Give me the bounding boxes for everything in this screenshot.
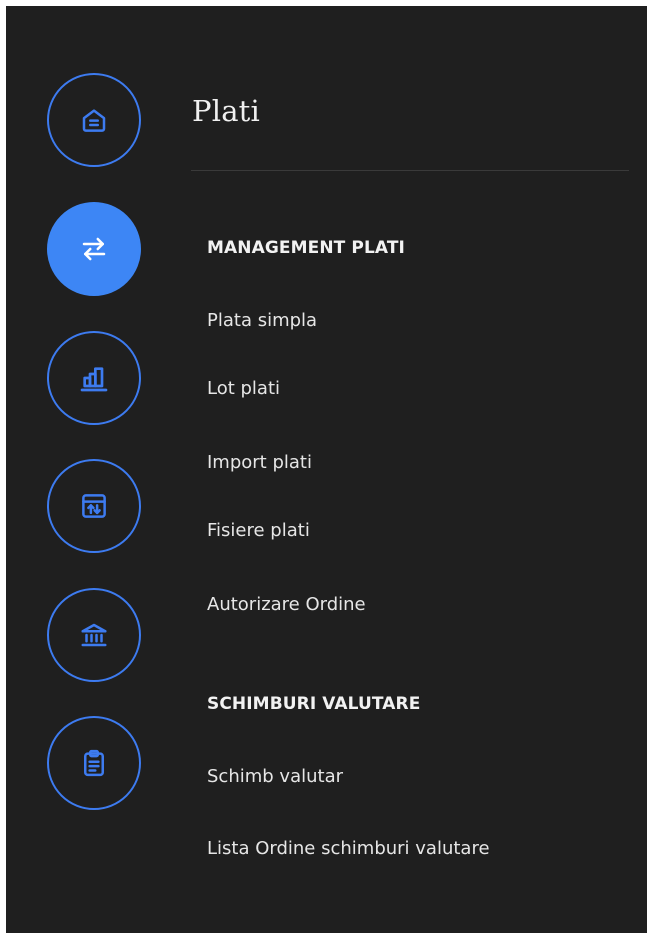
panel-title: Plati	[192, 94, 261, 128]
home-icon	[79, 105, 109, 135]
app-window: Plati MANAGEMENT PLATI Plata simpla Lot …	[6, 6, 647, 933]
section-heading-management: MANAGEMENT PLATI	[207, 238, 405, 258]
clipboard-icon	[79, 748, 109, 778]
menu-item-fisiere-plati[interactable]: Fisiere plati	[207, 520, 310, 541]
transfer-arrows-icon	[79, 234, 109, 264]
menu-item-import-plati[interactable]: Import plati	[207, 452, 312, 473]
menu-item-lot-plati[interactable]: Lot plati	[207, 378, 280, 399]
menu-item-plata-simpla[interactable]: Plata simpla	[207, 310, 317, 331]
calendar-transfer-icon	[79, 491, 109, 521]
section-heading-schimburi: SCHIMBURI VALUTARE	[207, 694, 421, 714]
bank-icon	[79, 620, 109, 650]
rail-reports-button[interactable]	[47, 331, 141, 425]
menu-item-schimb-valutar[interactable]: Schimb valutar	[207, 766, 343, 787]
title-divider	[191, 170, 629, 171]
menu-item-lista-ordine-schimburi[interactable]: Lista Ordine schimburi valutare	[207, 838, 490, 859]
rail-scheduled-button[interactable]	[47, 459, 141, 553]
rail-payments-button[interactable]	[47, 202, 141, 296]
bar-chart-icon	[78, 362, 110, 394]
menu-item-autorizare-ordine[interactable]: Autorizare Ordine	[207, 594, 366, 615]
rail-home-button[interactable]	[47, 73, 141, 167]
rail-bank-button[interactable]	[47, 588, 141, 682]
rail-documents-button[interactable]	[47, 716, 141, 810]
